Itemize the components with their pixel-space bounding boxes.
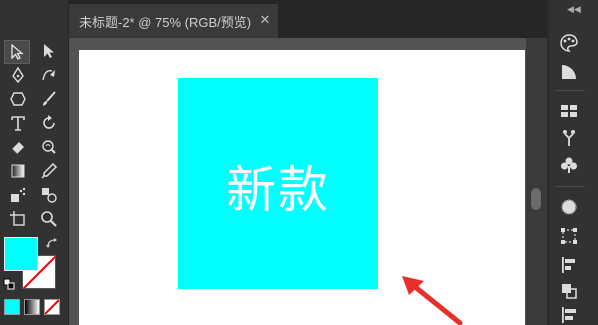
- panel-divider: [555, 186, 585, 187]
- gradient-tool-icon[interactable]: [5, 161, 31, 181]
- pathfinder-icon[interactable]: [559, 281, 579, 301]
- zoom-tool-icon[interactable]: [36, 209, 62, 229]
- eraser-tool-icon[interactable]: [5, 137, 31, 157]
- swatches-icon[interactable]: [559, 101, 579, 121]
- tools-panel: [0, 0, 69, 325]
- color-guide-icon[interactable]: [559, 62, 579, 82]
- symbol-sprayer-tool-icon[interactable]: [5, 185, 31, 205]
- panel-divider: [555, 90, 585, 91]
- none-mode-icon[interactable]: [44, 299, 60, 315]
- transparency-icon[interactable]: [559, 305, 579, 325]
- rotate-tool-icon[interactable]: [36, 113, 62, 133]
- artboard-text[interactable]: 新款: [178, 150, 378, 222]
- curvature-tool-icon[interactable]: [36, 65, 62, 85]
- align-icon[interactable]: [559, 255, 579, 275]
- gradient-mode-icon[interactable]: [24, 299, 40, 315]
- direct-selection-tool-icon[interactable]: [36, 41, 62, 61]
- fill-color-swatch[interactable]: [4, 237, 38, 271]
- panel-dock: ◀◀: [548, 0, 598, 325]
- eyedropper-tool-icon[interactable]: [36, 161, 62, 181]
- document-tab-title: 未标题-2* @ 75% (RGB/预览): [79, 14, 252, 30]
- artboard-tool-icon[interactable]: [5, 209, 31, 229]
- collapse-panels-icon[interactable]: ◀◀: [567, 4, 581, 14]
- default-colors-icon[interactable]: [3, 277, 15, 290]
- color-mode-icon[interactable]: [4, 299, 20, 315]
- symbols-icon[interactable]: [559, 155, 579, 175]
- document-tab[interactable]: 未标题-2* @ 75% (RGB/预览) ✕: [69, 4, 278, 38]
- selection-tool-icon[interactable]: [4, 40, 30, 64]
- vertical-scrollbar[interactable]: [526, 38, 547, 325]
- document-tab-bar: 未标题-2* @ 75% (RGB/预览) ✕: [69, 0, 547, 38]
- shape-tool-icon[interactable]: [5, 89, 31, 109]
- brushes-icon[interactable]: [559, 128, 579, 148]
- cyan-rectangle[interactable]: 新款: [178, 78, 378, 289]
- warp-tool-icon[interactable]: [36, 137, 62, 157]
- transform-icon[interactable]: [559, 226, 579, 246]
- pen-tool-icon[interactable]: [5, 65, 31, 85]
- type-tool-icon[interactable]: [5, 113, 31, 133]
- close-icon[interactable]: ✕: [258, 13, 272, 27]
- blend-tool-icon[interactable]: [36, 185, 62, 205]
- annotation-arrow-icon: [402, 276, 463, 325]
- paintbrush-tool-icon[interactable]: [36, 89, 62, 109]
- swap-fill-stroke-icon[interactable]: [46, 237, 60, 249]
- appearance-icon[interactable]: [559, 197, 579, 217]
- color-icon[interactable]: [559, 33, 579, 53]
- scrollbar-thumb[interactable]: [531, 188, 541, 210]
